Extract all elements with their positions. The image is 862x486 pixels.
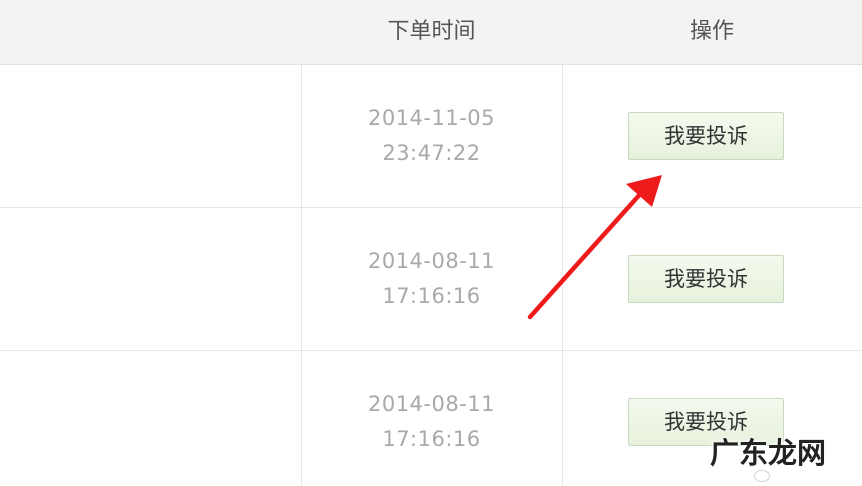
column-divider bbox=[301, 65, 302, 486]
header-action: 操作 bbox=[689, 19, 734, 44]
order-clock-time: 17:16:16 bbox=[382, 427, 481, 451]
table-row: 2014-11-05 23:47:22 我要投诉 bbox=[0, 65, 862, 208]
complain-button[interactable]: 我要投诉 bbox=[628, 112, 784, 160]
order-date: 2014-11-05 bbox=[367, 106, 496, 130]
action-cell: 我要投诉 bbox=[562, 208, 862, 350]
complain-button[interactable]: 我要投诉 bbox=[628, 255, 784, 303]
order-date: 2014-08-11 bbox=[367, 249, 496, 273]
order-time-cell: 2014-08-11 17:16:16 bbox=[301, 351, 562, 486]
action-cell: 我要投诉 bbox=[562, 65, 862, 207]
watermark: 广东龙网 bbox=[709, 436, 826, 470]
order-time-cell: 2014-08-11 17:16:16 bbox=[301, 208, 562, 350]
order-date: 2014-08-11 bbox=[367, 392, 496, 416]
order-table: 下单时间 操作 2014-11-05 23:47:22 我要投诉 2014-08… bbox=[0, 0, 862, 486]
order-list-page: 下单时间 操作 2014-11-05 23:47:22 我要投诉 2014-08… bbox=[0, 0, 862, 486]
table-header: 下单时间 操作 bbox=[0, 0, 862, 65]
order-time-cell: 2014-11-05 23:47:22 bbox=[301, 65, 562, 207]
table-row: 2014-08-11 17:16:16 我要投诉 bbox=[0, 208, 862, 351]
header-order-time: 下单时间 bbox=[387, 19, 476, 44]
order-clock-time: 23:47:22 bbox=[382, 141, 481, 165]
order-clock-time: 17:16:16 bbox=[382, 284, 481, 308]
column-divider bbox=[562, 65, 563, 486]
